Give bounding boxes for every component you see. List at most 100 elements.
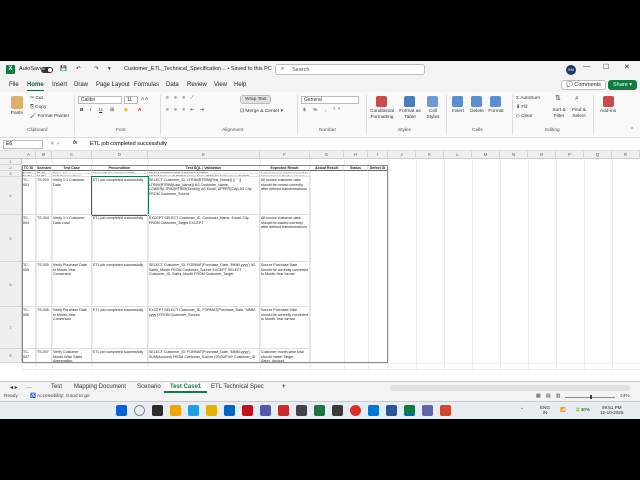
column-header[interactable]: D <box>92 151 148 159</box>
align-left-icons[interactable]: ≡ ≡ ≡ ⇤ ⇥ <box>166 108 206 114</box>
row-header[interactable]: 5 <box>0 215 22 262</box>
sql-server-icon[interactable] <box>278 405 289 416</box>
tab-file[interactable]: File <box>9 82 19 88</box>
column-header[interactable]: H <box>344 151 368 159</box>
column-header[interactable]: R <box>612 151 640 159</box>
conditional-formatting-icon[interactable] <box>376 96 387 107</box>
row-header[interactable]: 7 <box>0 307 22 349</box>
font-size-select[interactable]: 11 <box>124 96 138 104</box>
row-header[interactable]: 8 <box>0 349 22 363</box>
store-icon[interactable] <box>224 405 235 416</box>
tab-data[interactable]: Data <box>166 82 179 88</box>
sheet-tab-mapping-document[interactable]: Mapping Document <box>68 383 132 393</box>
collapse-ribbon-icon[interactable]: ⌃ <box>630 128 634 134</box>
borders-icon[interactable]: ⊞ <box>110 108 114 114</box>
tab-page-layout[interactable]: Page Layout <box>96 82 130 88</box>
add-sheet-icon[interactable]: + <box>276 383 292 393</box>
teams-icon[interactable] <box>260 405 271 416</box>
view-mode-icons[interactable]: ▦ ▤ ▥ <box>536 394 562 399</box>
cut-button[interactable]: ✂ Cut <box>30 96 43 102</box>
search-box[interactable]: ⌕ Search <box>275 64 425 75</box>
close-icon[interactable]: ✕ <box>624 63 630 71</box>
add-ins-icon[interactable] <box>603 96 614 107</box>
formula-input[interactable]: ETL job completed successfully <box>90 141 167 147</box>
tab-help[interactable]: Help <box>234 82 246 88</box>
avatar[interactable]: SM <box>566 65 576 75</box>
column-header[interactable]: E <box>148 151 260 159</box>
outlook-icon[interactable] <box>368 405 379 416</box>
horizontal-scrollbar[interactable] <box>390 385 630 391</box>
fill-button[interactable]: ⬇ Fill <box>516 105 528 111</box>
terminal-icon[interactable] <box>332 405 343 416</box>
find-select-icon[interactable]: ⌕ <box>575 95 579 101</box>
widgets-icon[interactable] <box>170 405 181 416</box>
column-header[interactable]: F <box>260 151 310 159</box>
clock[interactable]: 09:51 PM 12-10-2025 <box>600 405 624 415</box>
spreadsheet-grid[interactable]: ABCDEFGHIJKLMNOPQRSTU 12345678TC IDScena… <box>0 151 640 371</box>
accessibility-status[interactable]: ♿ Accessibility: Good to go <box>30 394 90 399</box>
tab-insert[interactable]: Insert <box>52 82 67 88</box>
column-header[interactable]: O <box>528 151 556 159</box>
bold-icon[interactable]: B <box>80 108 83 114</box>
row-header[interactable]: 4 <box>0 177 22 215</box>
copy-button[interactable]: ⎘ Copy <box>30 105 46 111</box>
chrome-icon[interactable] <box>350 405 361 416</box>
column-header[interactable]: M <box>472 151 500 159</box>
customize-qat-icon[interactable]: ▾ <box>108 66 111 72</box>
minimize-icon[interactable]: — <box>583 63 590 70</box>
font-color-icon[interactable]: A <box>138 108 141 114</box>
font-name-select[interactable]: Calibri <box>78 96 122 104</box>
mcafee-icon[interactable] <box>242 405 253 416</box>
tab-formulas[interactable]: Formulas <box>134 82 159 88</box>
merge-center-button[interactable]: ⊡ Merge & Center ▾ <box>240 109 283 115</box>
app-icon[interactable] <box>314 405 325 416</box>
sheet-tab-test-case1[interactable]: Test Case1 <box>164 383 208 393</box>
clear-button[interactable]: ◇ Clear <box>516 114 533 120</box>
number-format-select[interactable]: General <box>301 96 359 104</box>
sort-filter-icon[interactable]: ⇅ <box>555 95 561 101</box>
format-as-table-icon[interactable] <box>404 96 415 107</box>
grow-font-icon[interactable]: A A <box>141 97 148 103</box>
network-icon[interactable]: 📶 <box>560 407 566 412</box>
share-button[interactable]: Share ▾ <box>608 80 637 90</box>
delete-cells-icon[interactable] <box>471 96 482 107</box>
underline-icon[interactable]: U <box>99 108 102 114</box>
column-header[interactable]: Q <box>584 151 612 159</box>
settings-icon[interactable] <box>296 405 307 416</box>
save-icon[interactable]: 💾 <box>60 66 67 72</box>
comments-button[interactable]: 💬 Comments <box>561 80 606 90</box>
fill-color-icon[interactable]: ◆ <box>124 108 128 114</box>
language-indicator[interactable]: ENG IN <box>540 405 550 415</box>
zoom-slider-thumb[interactable] <box>590 395 592 399</box>
number-format-icons[interactable]: $ % , ⁰⁰ <box>303 108 343 114</box>
column-header[interactable]: L <box>444 151 472 159</box>
format-cells-icon[interactable] <box>490 96 501 107</box>
column-header[interactable]: P <box>556 151 584 159</box>
paste-icon[interactable] <box>11 96 23 109</box>
column-header[interactable]: G <box>310 151 344 159</box>
zoom-level[interactable]: 24% <box>620 394 630 399</box>
column-header[interactable]: K <box>416 151 444 159</box>
maximize-icon[interactable]: ☐ <box>603 63 609 71</box>
formula-buttons-icon[interactable]: ✕ ✓ <box>50 141 61 147</box>
row-header[interactable]: 6 <box>0 262 22 307</box>
tab-view[interactable]: View <box>214 82 227 88</box>
sheet-tab-test[interactable]: Test <box>45 383 68 393</box>
sheet-tab-etl-technical-spec[interactable]: ETL Technical Spec <box>205 383 270 393</box>
powerpoint-icon[interactable] <box>440 405 451 416</box>
autosum-button[interactable]: Σ AutoSum <box>516 96 540 102</box>
column-header[interactable]: B <box>36 151 52 159</box>
taskbar-search-icon[interactable] <box>134 405 145 416</box>
column-header[interactable]: A <box>22 151 36 159</box>
onenote-icon[interactable] <box>422 405 433 416</box>
tab-draw[interactable]: Draw <box>74 82 88 88</box>
format-painter-button[interactable]: 🖌 Format Painter <box>30 114 69 120</box>
column-header[interactable]: C <box>52 151 92 159</box>
sheet-tab-scenario[interactable]: Scenario <box>131 383 167 393</box>
fx-icon[interactable]: fx <box>73 140 77 146</box>
align-top-icons[interactable]: ≡ ≡ ≡ ⟋ <box>166 96 196 102</box>
sheet-nav-more-icon[interactable]: … <box>20 383 38 393</box>
file-explorer-icon[interactable] <box>206 405 217 416</box>
column-header[interactable]: I <box>368 151 388 159</box>
undo-icon[interactable]: ↶ <box>76 66 81 72</box>
